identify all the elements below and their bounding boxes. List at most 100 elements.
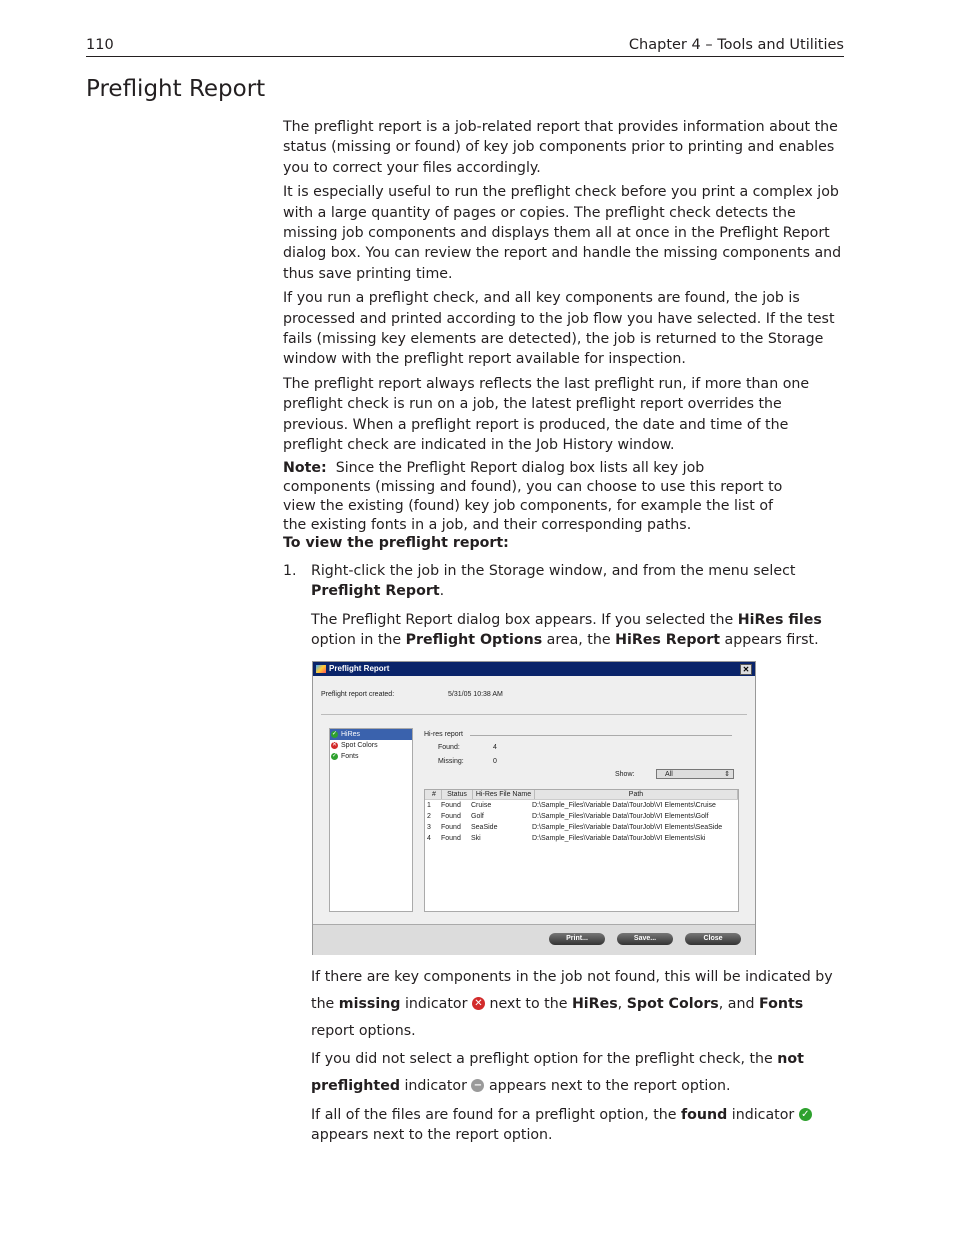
report-option-hires[interactable]: ✓ HiRes [330, 729, 412, 740]
column-header[interactable]: Path [535, 790, 738, 799]
table-row[interactable]: 3 Found SeaSide D:\Sample_Files\Variable Da… [425, 822, 738, 833]
save-button[interactable]: Save... [617, 933, 673, 945]
app-icon [316, 665, 326, 673]
preflight-report-dialog: Preflight Report ✕ Preflight report creat… [312, 661, 756, 955]
bold-term: HiRes files [737, 612, 822, 628]
missing-value: 0 [493, 758, 497, 765]
note: Note: Since the Preflight Report dialog … [283, 459, 793, 535]
text-run: next to the [484, 996, 572, 1012]
text-run: area, the [542, 632, 616, 649]
bold-term: missing [338, 996, 401, 1012]
step-number: 1. [283, 563, 297, 579]
divider [321, 714, 747, 715]
chapter-header: Chapter 4 – Tools and Utilities [628, 37, 844, 53]
paragraph: It is especially useful to run the prefl… [283, 184, 842, 282]
bold-term: Fonts [759, 996, 804, 1012]
option-label: HiRes [341, 731, 361, 738]
found-icon: ✓ [331, 731, 338, 738]
header-rule [86, 56, 844, 57]
missing-icon: ✕ [331, 742, 338, 749]
step-1-result: The Preflight Report dialog box appears.… [311, 610, 845, 651]
document-page: 110 Chapter 4 – Tools and Utilities Pref… [0, 0, 954, 1235]
paragraph: If you run a preflight check, and all ke… [283, 290, 835, 368]
found-value: 4 [493, 744, 497, 751]
report-option-fonts[interactable]: ✓ Fonts [330, 751, 412, 762]
step-1-text: Right-click the job in the Storage windo… [311, 561, 845, 602]
table-cell: D:\Sample_Files\Variable Data\TourJob\VI… [532, 835, 706, 842]
show-label: Show: [615, 771, 635, 778]
dialog-footer: Print... Save... Close [313, 924, 755, 955]
paragraph: The preflight report always reflects the… [283, 375, 810, 454]
table-cell: Found [441, 813, 461, 820]
table-row[interactable]: 1 Found Cruise D:\Sample_Files\Variable Dat… [425, 800, 738, 811]
text-run: report options. [311, 1023, 416, 1039]
table-cell: Cruise [471, 802, 492, 809]
column-header[interactable]: Hi-Res File Name [473, 790, 535, 799]
bold-term: found [681, 1107, 728, 1123]
text-run: If all of the files are found for a pref… [311, 1107, 681, 1123]
found-label: Found: [438, 744, 460, 751]
option-label: Spot Colors [341, 742, 378, 749]
text-run: indicator [727, 1107, 799, 1123]
show-value: All [665, 771, 673, 778]
table-cell: D:\Sample_Files\Variable Data\TourJob\VI… [532, 824, 723, 831]
table-row[interactable]: 2 Found Golf D:\Sample_Files\Variable Data\… [425, 811, 738, 822]
text-run: The Preflight Report dialog box appears.… [311, 612, 738, 628]
indicator-explanations: If there are key components in the job n… [311, 964, 845, 1146]
bold-term: HiRes Report [615, 632, 721, 649]
text-run: If you did not select a preflight option… [311, 1051, 778, 1067]
print-button[interactable]: Print... [549, 933, 605, 945]
text-run: appears first. [720, 632, 819, 649]
table-cell: D:\Sample_Files\Variable Data\TourJob\VI… [532, 813, 709, 820]
note-text: Since the Preflight Report dialog box li… [283, 459, 783, 533]
table-cell: Found [441, 802, 461, 809]
page-number: 110 [86, 37, 114, 53]
missing-label: Missing: [438, 758, 464, 765]
procedure-heading: To view the preflight report: [283, 535, 509, 551]
text-run: indicator [400, 996, 472, 1012]
text-run: . [439, 583, 445, 600]
close-icon[interactable]: ✕ [740, 664, 752, 675]
text-run: appears next to the report option. [484, 1078, 731, 1094]
hires-table: # Status Hi-Res File Name Path 1 Found Cruise… [424, 789, 739, 912]
report-title: Hi-res report [424, 731, 463, 738]
show-select[interactable]: All ⇕ [656, 769, 734, 779]
table-cell: SeaSide [471, 824, 498, 831]
column-header[interactable]: Status [442, 790, 473, 799]
text-run: Right-click the job in the Storage windo… [311, 563, 796, 579]
table-cell: Golf [471, 813, 484, 820]
table-cell: 4 [427, 835, 431, 842]
table-cell: Found [441, 835, 461, 842]
created-value: 5/31/05 10:38 AM [448, 691, 503, 698]
table-cell: 2 [427, 813, 431, 820]
table-row[interactable]: 4 Found Ski D:\Sample_Files\Variable Data\T… [425, 833, 738, 844]
bold-term: HiRes [571, 996, 618, 1012]
found-icon: ✓ [331, 753, 338, 760]
dialog-titlebar: Preflight Report ✕ [313, 662, 755, 676]
note-label: Note: [283, 459, 327, 476]
table-cell: Ski [471, 835, 481, 842]
text-run: indicator [399, 1078, 472, 1094]
body-text: The preflight report is a job-related re… [283, 117, 845, 539]
close-button[interactable]: Close [685, 933, 741, 945]
text-run: option in the [311, 632, 406, 649]
bold-term: Preflight Options [405, 632, 543, 649]
divider [470, 735, 732, 736]
bold-term: Spot Colors [626, 996, 719, 1012]
spinner-icon: ⇕ [724, 771, 730, 778]
dialog-title: Preflight Report [329, 664, 390, 673]
paragraph: The preflight report is a job-related re… [283, 119, 838, 176]
bold-term: Preflight Report [311, 583, 440, 600]
text-run: , and [718, 996, 759, 1012]
report-option-spot-colors[interactable]: ✕ Spot Colors [330, 740, 412, 751]
missing-icon: ✕ [471, 997, 485, 1010]
table-header: # Status Hi-Res File Name Path [425, 790, 738, 800]
not-preflighted-icon: − [471, 1079, 485, 1092]
created-label: Preflight report created: [321, 691, 395, 698]
table-cell: Found [441, 824, 461, 831]
text-run: appears next to the report option. [311, 1127, 553, 1144]
found-icon: ✓ [798, 1108, 812, 1121]
page-title: Preflight Report [86, 76, 266, 102]
column-header[interactable]: # [425, 790, 442, 799]
report-options-list: ✓ HiRes ✕ Spot Colors ✓ Fonts [329, 728, 413, 912]
